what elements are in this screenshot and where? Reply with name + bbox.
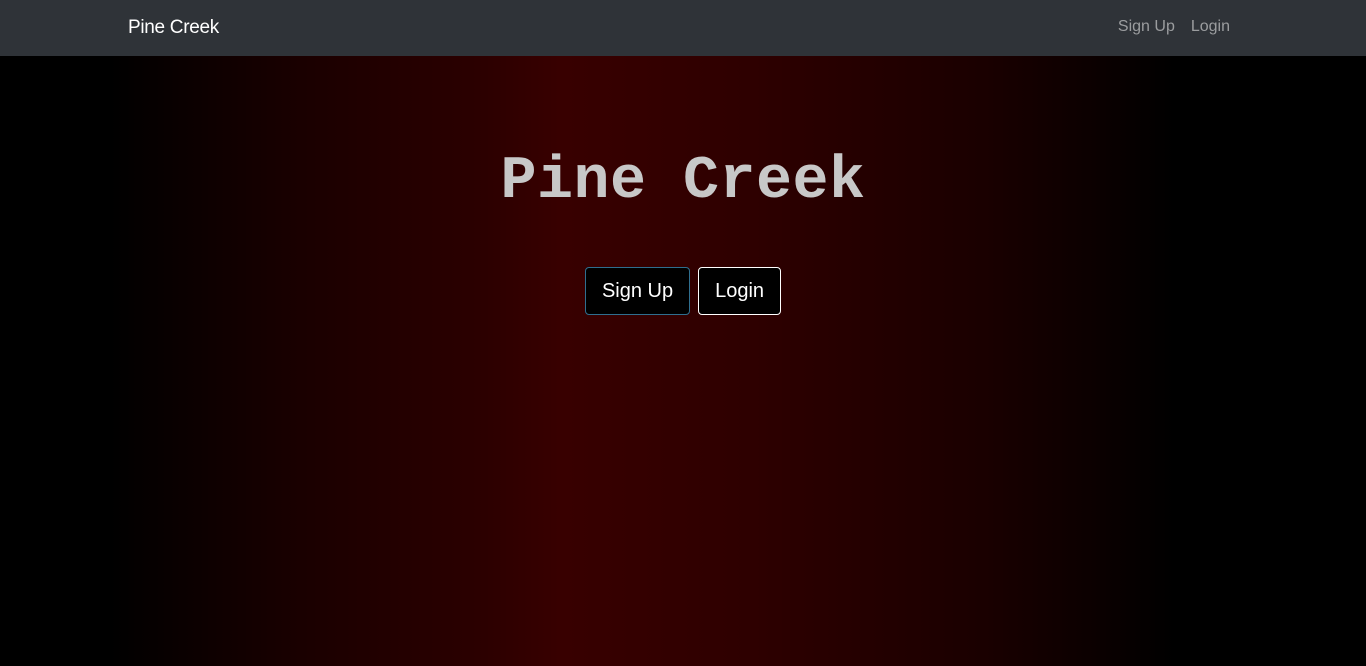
- brand-link[interactable]: Pine Creek: [128, 17, 219, 39]
- login-button[interactable]: Login: [698, 267, 782, 315]
- top-navbar: Pine Creek Sign Up Login: [0, 0, 1366, 56]
- signup-button[interactable]: Sign Up: [584, 267, 691, 315]
- nav-signup-link[interactable]: Sign Up: [1118, 18, 1175, 36]
- nav-login-link[interactable]: Login: [1191, 18, 1230, 36]
- nav-links: Sign Up Login: [1118, 18, 1230, 36]
- hero-buttons: Sign Up Login: [0, 267, 1366, 315]
- hero-title: Pine Creek: [500, 148, 866, 216]
